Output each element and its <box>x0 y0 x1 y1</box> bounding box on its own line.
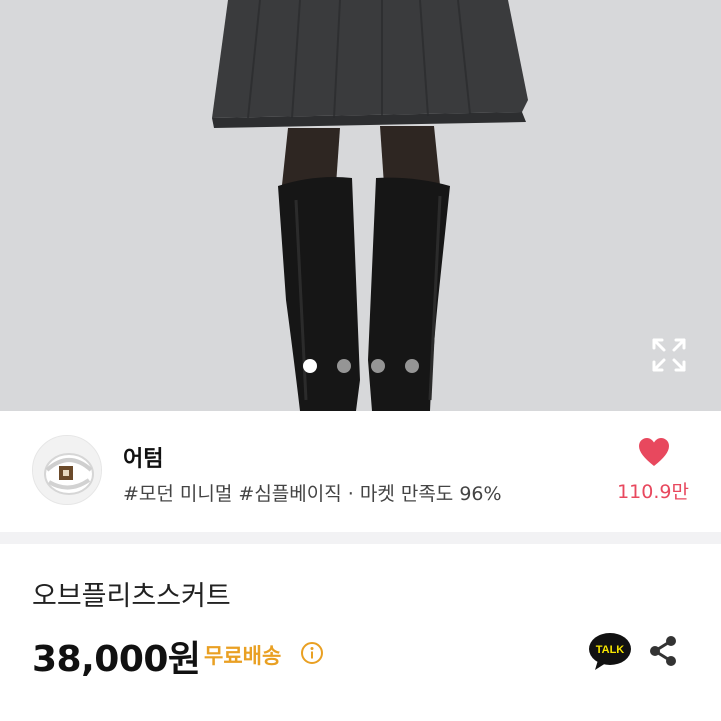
seller-logo <box>33 436 101 504</box>
carousel-dot-3[interactable] <box>371 359 385 373</box>
kakao-talk-button[interactable]: TALK <box>588 632 632 672</box>
share-icon <box>650 636 676 666</box>
like-button[interactable]: 110.9만 <box>600 437 706 507</box>
product-photo <box>212 0 528 411</box>
heart-icon <box>639 438 669 466</box>
like-count: 110.9만 <box>617 481 689 503</box>
carousel-dot-1[interactable] <box>303 359 317 373</box>
free-shipping-badge: 무료배송 <box>204 644 282 668</box>
seller-avatar[interactable] <box>32 435 102 505</box>
carousel-dot-4[interactable] <box>405 359 419 373</box>
seller-tags: #모던 미니멀 #심플베이직 · 마켓 만족도 96% <box>123 483 502 505</box>
product-name: 오브플리츠스커트 <box>32 581 231 612</box>
carousel-dot-2[interactable] <box>337 359 351 373</box>
share-button[interactable] <box>646 634 680 668</box>
carousel-indicators <box>0 359 721 373</box>
section-divider <box>0 532 721 544</box>
expand-image-button[interactable] <box>650 336 688 374</box>
seller-name[interactable]: 어텀 <box>123 441 163 473</box>
talk-label: TALK <box>596 644 625 656</box>
product-price: 38,000원 <box>32 639 201 680</box>
info-icon <box>301 642 323 664</box>
expand-icon <box>652 338 686 372</box>
shipping-info-button[interactable] <box>300 641 324 665</box>
product-image-carousel[interactable] <box>0 0 721 411</box>
talk-chat-icon: TALK <box>589 633 631 670</box>
seller-info[interactable]: 어텀 #모던 미니멀 #심플베이직 · 마켓 만족도 96% 110.9만 <box>0 411 721 532</box>
